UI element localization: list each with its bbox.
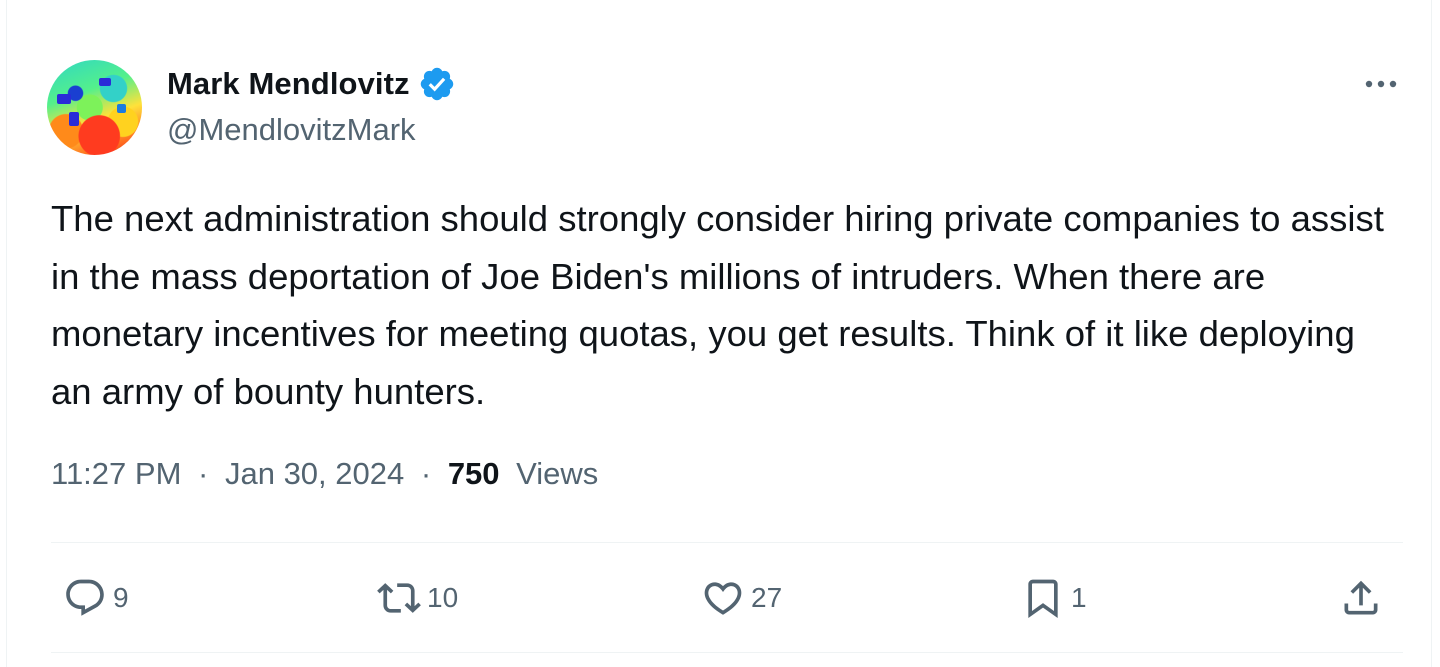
reply-icon: [66, 579, 104, 616]
more-icon[interactable]: [1361, 72, 1401, 96]
repost-button[interactable]: 10: [377, 570, 458, 626]
tweet-meta: 11:27 PM · Jan 30, 2024 · 750 Views: [51, 456, 598, 492]
share-icon: [1344, 580, 1378, 615]
tweet-text: The next administration should strongly …: [51, 198, 1384, 412]
bookmark-icon: [1028, 579, 1058, 619]
bookmark-button[interactable]: 1: [1021, 570, 1087, 626]
avatar[interactable]: [47, 60, 142, 155]
tweet-time[interactable]: 11:27 PM: [51, 456, 181, 491]
reply-count: 9: [113, 582, 129, 613]
tweet-card: Mark Mendlovitz @MendlovitzMark The next…: [6, 0, 1432, 667]
meta-separator: ·: [420, 456, 432, 491]
verified-badge-icon[interactable]: [418, 65, 456, 103]
author-name-row: Mark Mendlovitz: [167, 64, 456, 104]
views-label: Views: [516, 456, 599, 491]
share-button[interactable]: [1339, 570, 1383, 626]
reply-button[interactable]: 9: [63, 570, 129, 626]
meta-separator: ·: [198, 456, 209, 491]
repost-icon: [377, 583, 421, 613]
like-button[interactable]: 27: [701, 570, 782, 626]
author-handle[interactable]: @MendlovitzMark: [167, 112, 416, 148]
like-count: 27: [751, 582, 783, 613]
repost-count: 10: [427, 582, 459, 613]
display-name[interactable]: Mark Mendlovitz: [167, 66, 410, 102]
heart-icon: [704, 582, 742, 615]
divider: [51, 542, 1403, 543]
views-count: 750: [447, 456, 500, 491]
divider: [51, 652, 1403, 653]
tweet-date[interactable]: Jan 30, 2024: [225, 456, 404, 491]
bookmark-count: 1: [1071, 582, 1087, 613]
action-bar: 9 10 27 1: [51, 570, 1403, 626]
